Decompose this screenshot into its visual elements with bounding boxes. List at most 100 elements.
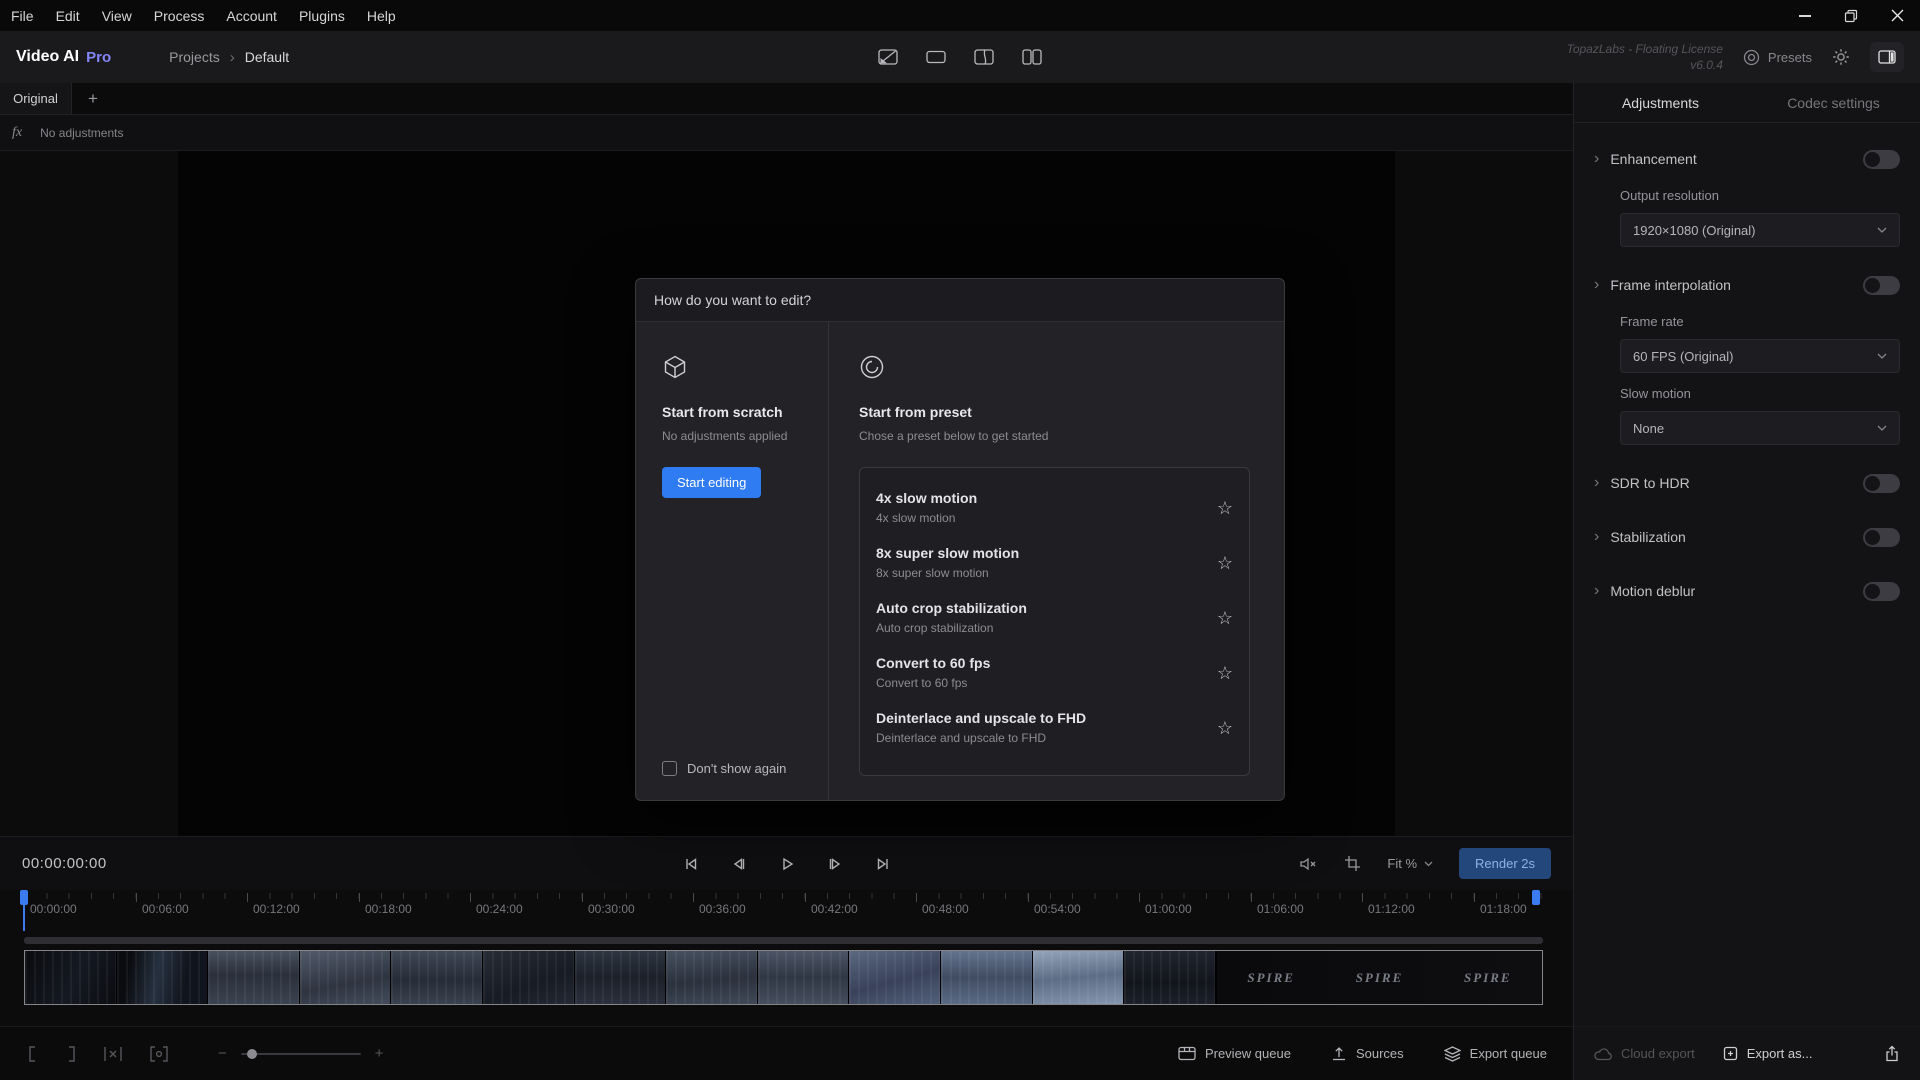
filmstrip-thumbnail[interactable] bbox=[391, 951, 483, 1004]
menu-help[interactable]: Help bbox=[356, 0, 407, 31]
favorite-star-icon[interactable]: ☆ bbox=[1217, 499, 1233, 517]
view-single-icon[interactable] bbox=[926, 49, 946, 65]
start-from-scratch-panel: Start from scratch No adjustments applie… bbox=[636, 322, 829, 800]
enhancement-toggle[interactable] bbox=[1863, 150, 1900, 169]
sdr-toggle[interactable] bbox=[1863, 474, 1900, 493]
filmstrip-thumbnail[interactable] bbox=[849, 951, 941, 1004]
frame-rate-dropdown[interactable]: 60 FPS (Original) bbox=[1620, 339, 1900, 373]
step-back-button[interactable] bbox=[730, 855, 748, 873]
chevron-down-icon bbox=[1424, 861, 1433, 867]
slow-motion-dropdown[interactable]: None bbox=[1620, 411, 1900, 445]
timeline-tick: 01:12:00 bbox=[1362, 893, 1363, 902]
favorite-star-icon[interactable]: ☆ bbox=[1217, 554, 1233, 572]
filmstrip-thumbnail[interactable] bbox=[758, 951, 850, 1004]
preview-queue-button[interactable]: Preview queue bbox=[1178, 1046, 1291, 1062]
filmstrip-spire-section[interactable]: SPIRE SPIRE SPIRE bbox=[1216, 951, 1542, 1004]
motion-deblur-toggle[interactable] bbox=[1863, 582, 1900, 601]
section-frame-interpolation[interactable]: › Frame interpolation bbox=[1594, 269, 1900, 301]
tab-adjustments[interactable]: Adjustments bbox=[1574, 83, 1747, 122]
filmstrip-thumbnail[interactable] bbox=[300, 951, 392, 1004]
settings-button[interactable] bbox=[1832, 48, 1850, 66]
loop-section-icon[interactable] bbox=[148, 1045, 170, 1063]
filmstrip-thumbnail[interactable] bbox=[575, 951, 667, 1004]
filmstrip[interactable]: SPIRE SPIRE SPIRE bbox=[24, 950, 1543, 1005]
menu-account[interactable]: Account bbox=[215, 0, 288, 31]
remove-section-icon[interactable] bbox=[102, 1045, 124, 1063]
close-button[interactable] bbox=[1874, 0, 1920, 31]
render-button[interactable]: Render 2s bbox=[1459, 848, 1551, 879]
filmstrip-thumbnail[interactable] bbox=[666, 951, 758, 1004]
favorite-star-icon[interactable]: ☆ bbox=[1217, 719, 1233, 737]
favorite-star-icon[interactable]: ☆ bbox=[1217, 664, 1233, 682]
timeline: 00:00:00 00:06:00 00:12:00 00:18:00 00:2… bbox=[0, 890, 1573, 1026]
section-sdr-to-hdr[interactable]: › SDR to HDR bbox=[1594, 467, 1900, 499]
dont-show-again-checkbox[interactable] bbox=[662, 761, 677, 776]
section-motion-deblur[interactable]: › Motion deblur bbox=[1594, 575, 1900, 607]
preset-row[interactable]: 4x slow motion 4x slow motion ☆ bbox=[860, 480, 1249, 535]
dont-show-again-row[interactable]: Don't show again bbox=[662, 761, 814, 776]
filmstrip-thumbnail[interactable] bbox=[208, 951, 300, 1004]
menu-bar: File Edit View Process Account Plugins H… bbox=[0, 0, 1920, 31]
export-queue-button[interactable]: Export queue bbox=[1444, 1046, 1547, 1062]
add-tab-button[interactable]: + bbox=[72, 83, 114, 114]
breadcrumb-projects[interactable]: Projects bbox=[169, 49, 220, 65]
zoom-in-button[interactable]: + bbox=[375, 1045, 384, 1062]
timeline-zoom-slider[interactable] bbox=[241, 1053, 361, 1055]
filmstrip-thumbnail[interactable] bbox=[1124, 951, 1216, 1004]
cloud-export-button[interactable]: Cloud export bbox=[1594, 1046, 1695, 1061]
panel-toggle-button[interactable] bbox=[1870, 42, 1904, 72]
section-enhancement[interactable]: › Enhancement bbox=[1594, 143, 1900, 175]
preset-row[interactable]: Deinterlace and upscale to FHD Deinterla… bbox=[860, 700, 1249, 755]
menu-file[interactable]: File bbox=[0, 0, 45, 31]
skip-start-button[interactable] bbox=[682, 855, 700, 873]
stabilization-toggle[interactable] bbox=[1863, 528, 1900, 547]
menu-process[interactable]: Process bbox=[143, 0, 216, 31]
mute-icon[interactable] bbox=[1299, 856, 1318, 872]
slider-knob[interactable] bbox=[247, 1049, 257, 1059]
preset-row[interactable]: Convert to 60 fps Convert to 60 fps ☆ bbox=[860, 645, 1249, 700]
filmstrip-thumbnail[interactable] bbox=[25, 951, 117, 1004]
adjustments-strip: fx No adjustments bbox=[0, 115, 1573, 151]
play-button[interactable] bbox=[778, 855, 796, 873]
preset-row[interactable]: 8x super slow motion 8x super slow motio… bbox=[860, 535, 1249, 590]
dont-show-again-label: Don't show again bbox=[687, 761, 786, 776]
filmstrip-thumbnail[interactable] bbox=[483, 951, 575, 1004]
step-forward-button[interactable] bbox=[826, 855, 844, 873]
filmstrip-thumbnail[interactable] bbox=[117, 951, 209, 1004]
section-stabilization[interactable]: › Stabilization bbox=[1594, 521, 1900, 553]
trim-out-icon[interactable] bbox=[64, 1045, 78, 1063]
breadcrumb-current[interactable]: Default bbox=[245, 49, 289, 65]
start-editing-button[interactable]: Start editing bbox=[662, 467, 761, 498]
zoom-fit-dropdown[interactable]: Fit % bbox=[1387, 856, 1433, 871]
trim-in-icon[interactable] bbox=[26, 1045, 40, 1063]
tab-codec-settings[interactable]: Codec settings bbox=[1747, 83, 1920, 122]
preset-row[interactable]: Auto crop stabilization Auto crop stabil… bbox=[860, 590, 1249, 645]
skip-end-button[interactable] bbox=[874, 855, 892, 873]
restore-icon bbox=[1844, 9, 1858, 23]
maximize-button[interactable] bbox=[1828, 0, 1874, 31]
share-button[interactable] bbox=[1884, 1045, 1900, 1062]
sources-button[interactable]: Sources bbox=[1331, 1046, 1404, 1062]
panel-footer: Cloud export Export as... bbox=[1574, 1026, 1920, 1080]
menu-view[interactable]: View bbox=[91, 0, 143, 31]
tab-original[interactable]: Original bbox=[0, 83, 72, 114]
menu-edit[interactable]: Edit bbox=[45, 0, 91, 31]
favorite-star-icon[interactable]: ☆ bbox=[1217, 609, 1233, 627]
output-resolution-dropdown[interactable]: 1920×1080 (Original) bbox=[1620, 213, 1900, 247]
crop-icon[interactable] bbox=[1344, 855, 1361, 872]
frame-interpolation-toggle[interactable] bbox=[1863, 276, 1900, 295]
export-as-button[interactable]: Export as... bbox=[1723, 1046, 1813, 1061]
minimize-button[interactable] bbox=[1782, 0, 1828, 31]
filmstrip-thumbnail[interactable] bbox=[941, 951, 1033, 1004]
presets-button[interactable]: Presets bbox=[1743, 49, 1812, 66]
chevron-right-icon: › bbox=[1594, 529, 1599, 545]
zoom-out-button[interactable]: − bbox=[218, 1045, 227, 1062]
view-split-diagonal-icon[interactable] bbox=[878, 49, 898, 65]
view-split-vertical-icon[interactable] bbox=[974, 49, 994, 65]
timeline-end-marker[interactable] bbox=[1532, 890, 1540, 905]
timeline-scrollbar[interactable] bbox=[24, 937, 1543, 944]
menu-plugins[interactable]: Plugins bbox=[288, 0, 356, 31]
view-side-by-side-icon[interactable] bbox=[1022, 49, 1042, 65]
filmstrip-thumbnail[interactable] bbox=[1033, 951, 1125, 1004]
timeline-playhead[interactable] bbox=[20, 890, 28, 905]
